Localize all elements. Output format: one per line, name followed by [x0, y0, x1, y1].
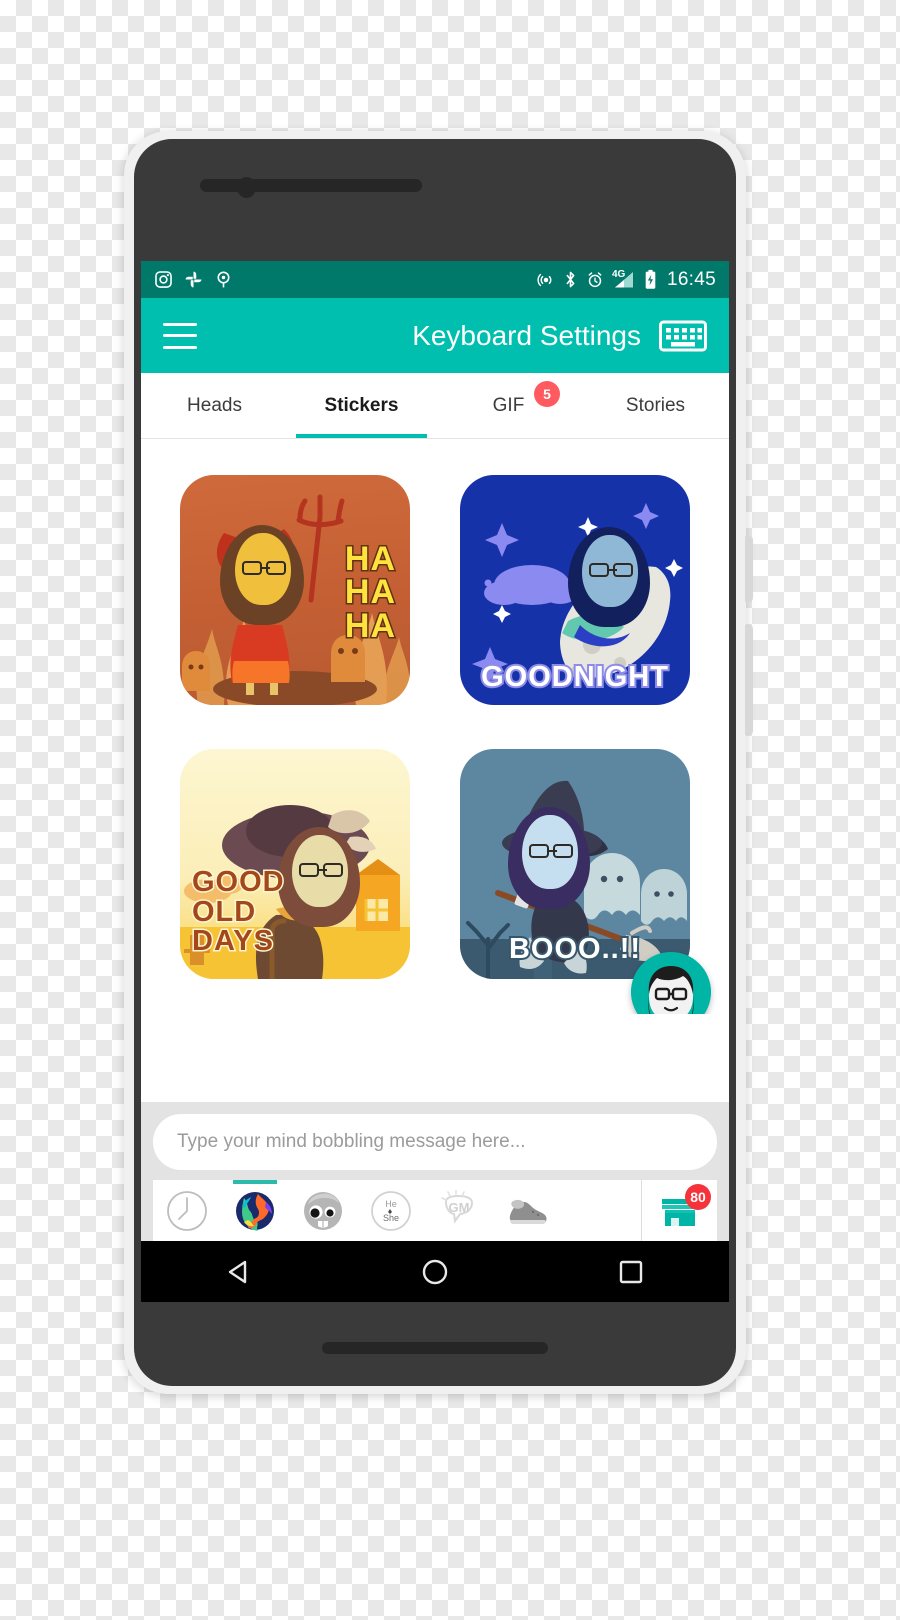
navigation-bar — [141, 1241, 729, 1302]
avatar-glasses — [589, 563, 633, 577]
status-bar-clock: 16:45 — [666, 268, 716, 290]
tab-stickers[interactable]: Stickers — [288, 373, 435, 438]
tab-gif[interactable]: GIF 5 — [435, 373, 582, 438]
sticker-item-goodnight-moon[interactable]: GOODNIGHT — [435, 453, 715, 727]
svg-text:GM: GM — [449, 1200, 470, 1215]
svg-text:He: He — [385, 1199, 397, 1209]
status-bar-system-icons: 4G 16:45 — [537, 269, 716, 291]
sticker-item-good-old-days[interactable]: GOOD OLD DAYS — [155, 727, 435, 1001]
pocket-icon — [217, 271, 230, 288]
keyboard-toolbar: He She GM 80 — [153, 1180, 717, 1241]
tab-stories[interactable]: Stories — [582, 373, 729, 438]
monster-face-icon[interactable] — [289, 1180, 357, 1241]
sticker-grid[interactable]: HA HA HA GOODNIGHT GOOD OLD DAYS BOOO..!… — [141, 439, 729, 1014]
he-she-icon[interactable]: He She — [357, 1180, 425, 1241]
instagram-icon — [155, 271, 172, 288]
tab-label: Heads — [187, 394, 242, 416]
hotspot-icon — [537, 273, 552, 286]
sticker-item-devil-haha[interactable]: HA HA HA — [155, 453, 435, 727]
sticker-caption: GOOD OLD DAYS — [191, 866, 286, 958]
phone-screen: 4G 16:45 Keyboard Settings Heads Sticker… — [141, 261, 729, 1302]
google-photos-icon — [185, 271, 202, 288]
gm-bubble-icon[interactable]: GM — [425, 1180, 493, 1241]
signal-4g-icon: 4G — [612, 269, 636, 289]
keyboard-icon[interactable] — [659, 319, 707, 353]
back-triangle-icon[interactable] — [223, 1256, 255, 1288]
sticker-caption: HA HA HA — [343, 540, 396, 645]
bluetooth-icon — [566, 271, 575, 288]
message-input[interactable] — [153, 1114, 717, 1170]
sticker-art: GOODNIGHT — [460, 475, 690, 705]
home-circle-icon[interactable] — [419, 1256, 451, 1288]
avatar-glasses — [529, 844, 573, 858]
tab-label: Stickers — [324, 394, 399, 416]
sticker-art: GOOD OLD DAYS — [180, 749, 410, 979]
power-button[interactable] — [745, 536, 753, 602]
sticker-caption: GOODNIGHT — [479, 660, 670, 693]
sticker-art: BOOO..!! — [460, 749, 690, 979]
volume-button[interactable] — [745, 625, 753, 735]
app-bar: Keyboard Settings — [141, 298, 729, 373]
store-badge: 80 — [685, 1184, 711, 1210]
bottom-speaker — [322, 1342, 548, 1354]
sneaker-icon[interactable] — [493, 1180, 561, 1241]
alarm-icon — [588, 271, 602, 287]
recents-square-icon[interactable] — [615, 1256, 647, 1288]
page-title: Keyboard Settings — [412, 319, 641, 351]
tab-heads[interactable]: Heads — [141, 373, 288, 438]
menu-icon[interactable] — [163, 322, 197, 349]
tab-label: GIF — [492, 394, 525, 416]
sticker-art: HA HA HA — [180, 475, 410, 705]
tab-bar: Heads Stickers GIF 5 Stories — [141, 373, 729, 439]
tab-label: Stories — [625, 394, 686, 416]
sticker-item-sunshine[interactable] — [155, 1001, 435, 1014]
status-bar: 4G 16:45 — [141, 261, 729, 298]
avatar-glasses — [242, 561, 286, 575]
store-icon[interactable]: 80 — [641, 1180, 717, 1241]
avatar-glasses — [299, 863, 343, 877]
earpiece-speaker — [200, 179, 422, 192]
svg-text:She: She — [383, 1213, 399, 1223]
battery-charging-icon — [645, 269, 656, 289]
keyboard-panel: He She GM — [141, 1102, 729, 1241]
status-bar-notifications — [154, 270, 233, 289]
gif-badge: 5 — [534, 381, 560, 407]
globe-world-icon[interactable] — [221, 1180, 289, 1241]
recent-clock-icon[interactable] — [153, 1180, 221, 1241]
